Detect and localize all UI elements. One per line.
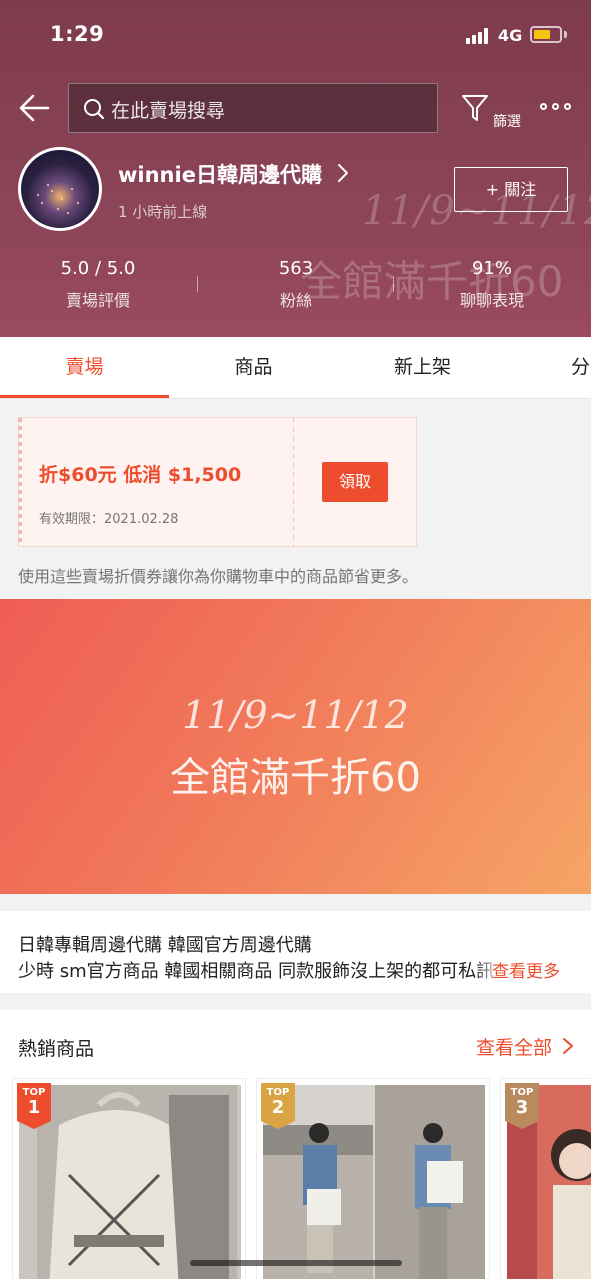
active-tab-indicator	[0, 395, 169, 398]
stat-label: 賣場評價	[65, 291, 130, 310]
back-arrow-icon	[19, 94, 50, 122]
see-all-link[interactable]: 查看全部	[476, 1033, 552, 1060]
stat-divider	[393, 276, 394, 292]
hot-products-title: 熱銷商品	[18, 1038, 95, 1060]
stat-value: 5.0 / 5.0	[60, 258, 136, 279]
stat-chat-performance[interactable]: 91% 聊聊表現	[422, 258, 562, 311]
product-card[interactable]: TOP 1	[12, 1078, 246, 1279]
follow-button[interactable]: + 關注	[454, 167, 568, 212]
promo-banner[interactable]: 11/9~11/12 全館滿千折60	[0, 599, 591, 894]
shop-tabs: 賣場 商品 新上架 分	[0, 337, 591, 399]
product-card[interactable]: TOP 2	[256, 1078, 490, 1279]
shop-avatar[interactable]	[18, 147, 102, 231]
shop-header: 1:29 4G 11/9~11/12 全館滿千折60 在此賣場搜尋 篩選 win…	[0, 0, 591, 337]
voucher-expiry: 有效期限：2021.02.28	[39, 512, 179, 527]
battery-tip	[564, 31, 567, 38]
product-image	[19, 1085, 241, 1279]
battery-icon	[530, 26, 562, 43]
stat-label: 粉絲	[279, 291, 312, 310]
hot-products-section: 熱銷商品 查看全部 TOP 1 TOP 2 TOP 3	[0, 1010, 591, 1279]
rank-label: TOP	[22, 1087, 46, 1098]
rank-badge: TOP 2	[261, 1083, 295, 1129]
shop-online-status: 1 小時前上線	[118, 203, 208, 221]
description-line: 日韓專輯周邊代購 韓國官方周邊代購	[18, 935, 312, 956]
claim-voucher-button[interactable]: 領取	[322, 462, 388, 502]
search-input[interactable]: 在此賣場搜尋	[68, 83, 438, 133]
shop-info: winnie日韓周邊代購 1 小時前上線 + 關注	[0, 147, 591, 237]
rank-badge: TOP 3	[505, 1083, 539, 1129]
shop-stats: 5.0 / 5.0 賣場評價 563 粉絲 91% 聊聊表現	[0, 258, 591, 318]
banner-promo-text: 全館滿千折60	[170, 755, 421, 801]
search-icon	[84, 99, 105, 120]
tab-products[interactable]: 商品	[169, 337, 338, 399]
rank-number: 2	[271, 1097, 285, 1118]
description-line: 少時 sm官方商品 韓國相關商品 同款服飾沒上架的都可私訊	[18, 961, 495, 982]
voucher-note: 使用這些賣場折價券讓你為你購物車中的商品節省更多。	[18, 567, 419, 586]
chevron-right-icon[interactable]	[562, 1037, 574, 1055]
stat-value: 91%	[471, 258, 512, 279]
shop-name[interactable]: winnie日韓周邊代購	[118, 159, 322, 189]
stat-rating[interactable]: 5.0 / 5.0 賣場評價	[28, 258, 168, 311]
voucher-divider	[293, 418, 294, 546]
tab-new-arrivals[interactable]: 新上架	[338, 337, 507, 399]
stat-value: 563	[278, 258, 314, 279]
tab-shop[interactable]: 賣場	[0, 337, 169, 399]
status-time: 1:29	[50, 22, 105, 46]
signal-icon	[466, 28, 490, 44]
filter-icon	[462, 95, 488, 121]
banner-date: 11/9~11/12	[182, 693, 409, 737]
nav-row: 在此賣場搜尋 篩選	[0, 83, 591, 133]
product-image	[263, 1085, 485, 1279]
stat-divider	[197, 276, 198, 292]
filter-button[interactable]: 篩選	[458, 89, 528, 133]
search-placeholder: 在此賣場搜尋	[111, 100, 226, 122]
more-options-button[interactable]	[540, 97, 574, 117]
stat-label: 聊聊表現	[459, 291, 524, 310]
see-more-link[interactable]: 查看更多	[476, 957, 560, 982]
rank-label: TOP	[510, 1087, 534, 1098]
shop-description: 日韓專輯周邊代購 韓國官方周邊代購 少時 sm官方商品 韓國相關商品 同款服飾沒…	[0, 911, 591, 993]
product-card[interactable]: TOP 3	[500, 1078, 591, 1279]
network-label: 4G	[498, 26, 523, 45]
rank-number: 3	[515, 1097, 529, 1118]
rank-label: TOP	[266, 1087, 290, 1098]
status-bar: 1:29 4G	[0, 0, 591, 70]
stat-followers[interactable]: 563 粉絲	[226, 258, 366, 311]
voucher-card[interactable]: 折$60元 低消 $1,500 有效期限：2021.02.28 領取	[18, 417, 417, 547]
voucher-section: 折$60元 低消 $1,500 有效期限：2021.02.28 領取 使用這些賣…	[0, 399, 591, 599]
tab-categories[interactable]: 分	[496, 337, 591, 399]
shop-page: 1:29 4G 11/9~11/12 全館滿千折60 在此賣場搜尋 篩選 win…	[0, 0, 591, 1279]
rank-number: 1	[27, 1097, 41, 1118]
chevron-right-icon[interactable]	[336, 163, 350, 183]
voucher-title: 折$60元 低消 $1,500	[39, 464, 242, 486]
rank-badge: TOP 1	[17, 1083, 51, 1129]
voucher-edge	[18, 418, 22, 546]
filter-label: 篩選	[493, 114, 521, 130]
home-indicator[interactable]	[190, 1260, 402, 1266]
back-button[interactable]	[18, 91, 52, 125]
